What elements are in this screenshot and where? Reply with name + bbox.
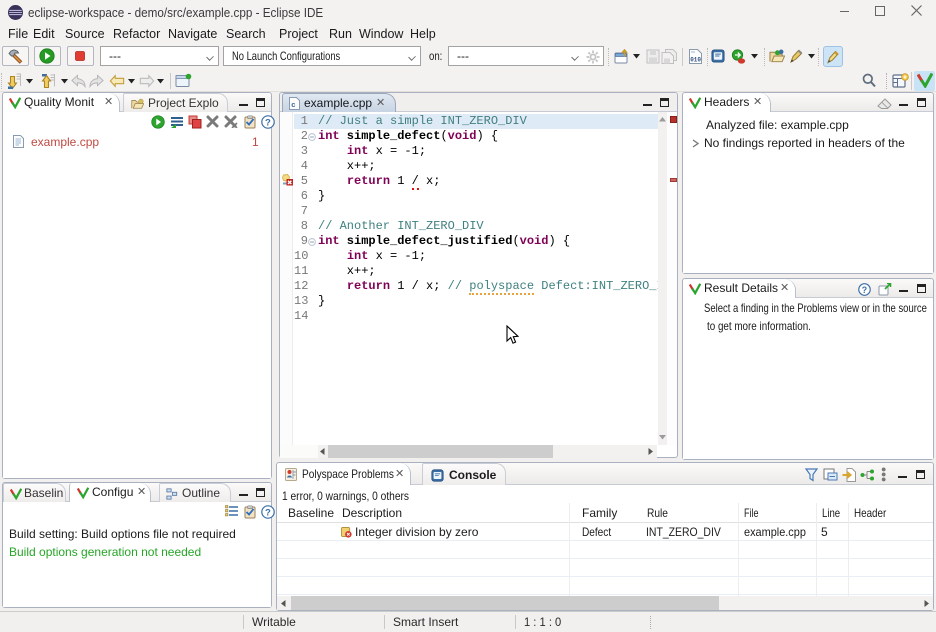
svg-text:?: ? xyxy=(265,118,271,129)
svg-text:010: 010 xyxy=(690,57,701,64)
svg-text:?: ? xyxy=(265,508,271,519)
svg-text:c: c xyxy=(291,100,295,109)
svg-text:?: ? xyxy=(862,285,867,295)
